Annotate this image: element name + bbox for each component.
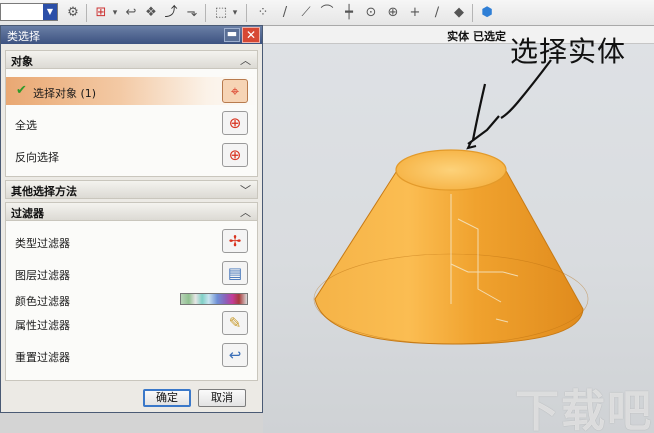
watermark-logo: 下载吧 bbox=[515, 386, 653, 433]
section-filters-body: 类型过滤器 ✢ 图层过滤器 ▤ 颜色过滤器 属性过滤器 ✎ 重置过滤器 ↩ bbox=[5, 221, 258, 381]
section-filters-header[interactable]: 过滤器 ︿ bbox=[5, 202, 258, 221]
chevron-down-icon[interactable]: ▼ bbox=[43, 4, 57, 20]
chevron-up-icon[interactable]: ︿ bbox=[240, 52, 251, 68]
type-filter-icon[interactable]: ✢ bbox=[222, 229, 248, 253]
invert-selection-icon[interactable]: ⊕ bbox=[222, 143, 248, 167]
selection-filter-combo[interactable]: ▼ bbox=[0, 3, 58, 21]
dialog-title: 类选择 bbox=[7, 30, 40, 43]
type-filter-row[interactable]: 类型过滤器 ✢ bbox=[6, 227, 257, 255]
invert-selection-row[interactable]: 反向选择 ⊕ bbox=[6, 141, 257, 169]
cone-top-face[interactable] bbox=[395, 149, 507, 191]
attribute-filter-icon[interactable]: ✎ bbox=[222, 311, 248, 335]
chevron-down-icon[interactable]: ▾ bbox=[110, 4, 120, 22]
color-palette-strip[interactable] bbox=[180, 293, 248, 305]
reset-filter-row[interactable]: 重置过滤器 ↩ bbox=[6, 341, 257, 369]
select-object-label: 选择对象 (1) bbox=[33, 87, 97, 100]
layer-filter-label: 图层过滤器 bbox=[15, 269, 70, 282]
section-other-methods-label: 其他选择方法 bbox=[11, 185, 77, 198]
dialog-title-bar[interactable]: 类选择 ▬ ✕ bbox=[1, 26, 262, 44]
layer-filter-row[interactable]: 图层过滤器 ▤ bbox=[6, 259, 257, 287]
snap-arc-icon[interactable]: ⌒ bbox=[318, 4, 336, 22]
ok-button[interactable]: 确定 bbox=[143, 389, 191, 407]
chevron-down-icon[interactable]: ▾ bbox=[230, 4, 240, 22]
close-icon[interactable]: ✕ bbox=[242, 27, 260, 43]
annotation-arrow-line bbox=[467, 115, 500, 145]
toolbar-separator bbox=[205, 4, 206, 22]
filter-icon[interactable]: ⚙ bbox=[64, 4, 82, 22]
select-object-row[interactable]: ✔ 选择对象 (1) ⌖ bbox=[6, 77, 257, 105]
cancel-button[interactable]: 取消 bbox=[198, 389, 246, 407]
snap-slash-icon[interactable]: ⟋ bbox=[297, 4, 315, 22]
toolbar-separator bbox=[246, 4, 247, 22]
invert-selection-label: 反向选择 bbox=[15, 151, 59, 164]
line-icon[interactable]: ⤴ bbox=[162, 4, 180, 22]
color-filter-label: 颜色过滤器 bbox=[15, 295, 70, 308]
box-select-icon[interactable]: ⬚ bbox=[212, 4, 230, 22]
section-object-body: ✔ 选择对象 (1) ⌖ 全选 ⊕ 反向选择 ⊕ bbox=[5, 69, 258, 177]
main-toolbar: ▼ ⚙ ⊞ ▾ ↩ ❖ ⤴ ⬎ ⬚ ▾ ⁘ / ⟋ ⌒ ┿ ⊙ ⊕ + ∕ ◆ … bbox=[0, 0, 654, 26]
section-object-label: 对象 bbox=[11, 55, 33, 68]
snap-plus-icon[interactable]: ┿ bbox=[340, 4, 358, 22]
section-other-methods-header[interactable]: 其他选择方法 ﹀ bbox=[5, 180, 258, 199]
snap-add-icon[interactable]: + bbox=[406, 4, 424, 22]
undo-icon[interactable]: ↩ bbox=[122, 4, 140, 22]
part-icon[interactable]: ❖ bbox=[142, 4, 160, 22]
select-all-label: 全选 bbox=[15, 119, 37, 132]
toolbar-separator bbox=[86, 4, 87, 22]
status-strip bbox=[0, 413, 263, 433]
snap-center-icon[interactable]: ⊕ bbox=[384, 4, 402, 22]
checkmark-icon: ✔ bbox=[16, 83, 27, 98]
select-all-icon[interactable]: ⊕ bbox=[222, 111, 248, 135]
snap-line-icon[interactable]: / bbox=[276, 4, 294, 22]
type-filter-label: 类型过滤器 bbox=[15, 237, 70, 250]
crosshair-icon[interactable]: ⌖ bbox=[222, 79, 248, 103]
select-all-row[interactable]: 全选 ⊕ bbox=[6, 109, 257, 137]
reset-filter-label: 重置过滤器 bbox=[15, 351, 70, 364]
selection-status: 实体 已选定 bbox=[447, 30, 506, 43]
toolbar-separator bbox=[472, 4, 473, 22]
minimize-icon[interactable]: ▬ bbox=[224, 28, 240, 42]
snap-point-icon[interactable]: ∕ bbox=[428, 4, 446, 22]
attribute-filter-row[interactable]: 属性过滤器 ✎ bbox=[6, 309, 257, 337]
dialog-footer: 确定 取消 bbox=[1, 384, 262, 412]
cube-icon[interactable]: ⬢ bbox=[478, 4, 496, 22]
section-object-header[interactable]: 对象 ︿ bbox=[5, 50, 258, 69]
class-selection-dialog: 类选择 ▬ ✕ 对象 ︿ ✔ 选择对象 (1) ⌖ 全选 ⊕ 反向选择 ⊕ 其他… bbox=[0, 25, 263, 413]
chevron-down-icon[interactable]: ﹀ bbox=[240, 182, 251, 198]
layer-filter-icon[interactable]: ▤ bbox=[222, 261, 248, 285]
attribute-filter-label: 属性过滤器 bbox=[15, 319, 70, 332]
snap-circle-icon[interactable]: ⊙ bbox=[362, 4, 380, 22]
reset-icon[interactable]: ↩ bbox=[222, 343, 248, 367]
view-icon[interactable]: ◆ bbox=[450, 4, 468, 22]
snap-icon[interactable]: ⬎ bbox=[183, 4, 201, 22]
cone-side-face[interactable] bbox=[314, 168, 584, 345]
snap-endpoint-icon[interactable]: ⁘ bbox=[254, 4, 272, 22]
chevron-up-icon[interactable]: ︿ bbox=[240, 204, 251, 220]
annotation-label: 选择实体 bbox=[510, 35, 627, 68]
select-icon[interactable]: ⊞ bbox=[92, 4, 110, 22]
section-filters-label: 过滤器 bbox=[11, 207, 44, 220]
